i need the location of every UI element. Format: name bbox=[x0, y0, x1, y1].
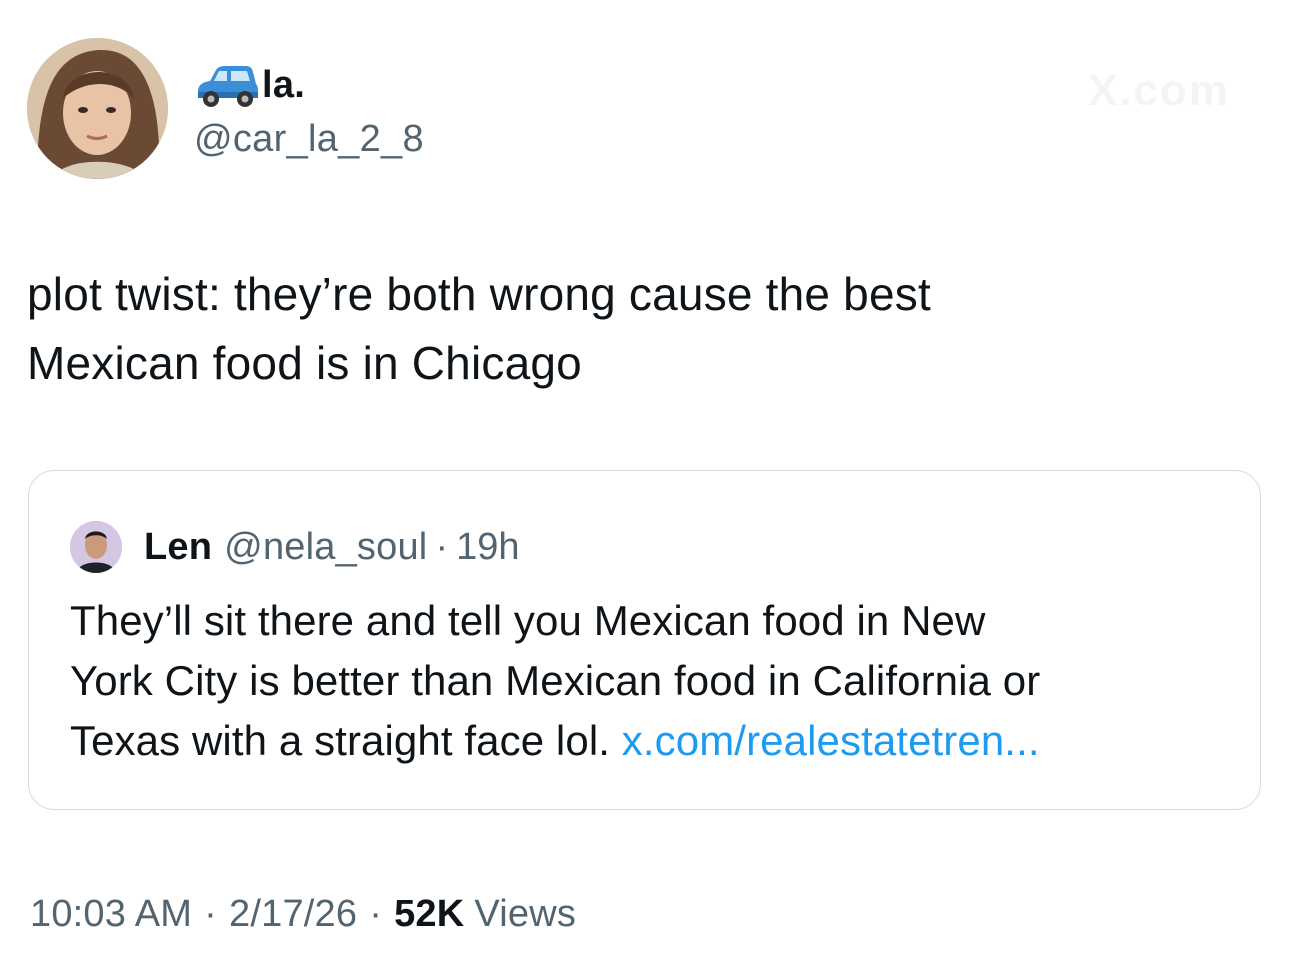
quoted-avatar-image bbox=[70, 521, 122, 573]
meta-separator: · bbox=[369, 893, 383, 935]
quoted-tweet-text: They’ll sit there and tell you Mexican f… bbox=[70, 591, 1230, 771]
quoted-author-handle: @nela_soul bbox=[224, 525, 428, 568]
quoted-author-avatar[interactable] bbox=[70, 521, 122, 573]
author-avatar-image bbox=[27, 38, 168, 179]
quoted-author-name: Len bbox=[144, 525, 213, 568]
tweet-meta: 10:03 AM · 2/17/26 · 52K Views bbox=[30, 888, 576, 940]
tweet-time[interactable]: 10:03 AM bbox=[30, 888, 192, 940]
watermark: X.com bbox=[1087, 66, 1230, 115]
author-name-row[interactable]: la. bbox=[194, 62, 305, 108]
views-count: 52K bbox=[394, 893, 465, 935]
quoted-separator: · bbox=[435, 525, 449, 568]
views-label: Views bbox=[474, 893, 577, 935]
author-display-name: la. bbox=[262, 64, 306, 106]
car-emoji-icon bbox=[198, 66, 258, 107]
quoted-tweet-card[interactable]: Len @nela_soul · 19h They’ll sit there a… bbox=[28, 470, 1261, 810]
meta-separator: · bbox=[204, 893, 218, 935]
tweet-text: plot twist: they’re both wrong cause the… bbox=[27, 268, 931, 389]
tweet-date[interactable]: 2/17/26 bbox=[229, 888, 357, 940]
quoted-tweet-header: Len @nela_soul · 19h bbox=[70, 521, 520, 573]
author-avatar[interactable] bbox=[27, 38, 168, 179]
quoted-tweet-link[interactable]: x.com/realestatetren... bbox=[622, 717, 1040, 764]
author-handle[interactable]: @car_la_2_8 bbox=[194, 114, 424, 164]
quoted-timestamp: 19h bbox=[456, 525, 520, 568]
